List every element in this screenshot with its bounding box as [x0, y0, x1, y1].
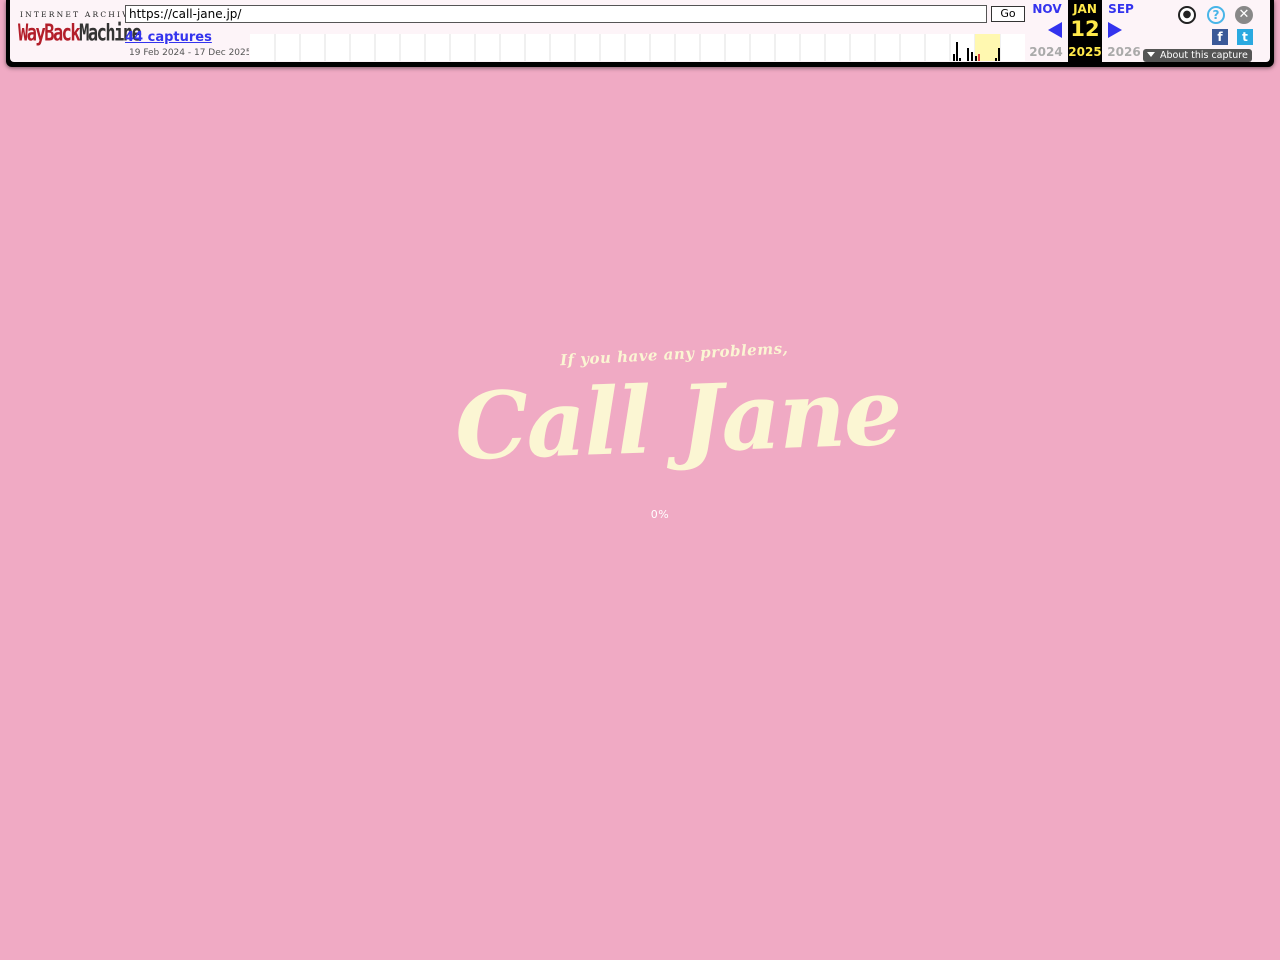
go-button[interactable]: Go	[991, 6, 1025, 22]
facebook-icon[interactable]: f	[1212, 29, 1228, 45]
url-input[interactable]	[125, 5, 987, 23]
current-day-label: 12	[1070, 17, 1100, 41]
about-capture-button[interactable]: About this capture	[1143, 49, 1252, 62]
next-year-label[interactable]: 2026	[1104, 45, 1144, 59]
prev-year-label[interactable]: 2024	[1026, 45, 1066, 59]
capture-sparkline[interactable]	[250, 34, 1025, 61]
loading-progress: 0%	[650, 508, 670, 521]
logo-internet-archive-text: INTERNET ARCHIVE	[20, 10, 138, 19]
next-month-link[interactable]: SEP	[1104, 2, 1138, 16]
about-capture-label: About this capture	[1160, 50, 1248, 61]
capture-date-range: 19 Feb 2024 - 17 Dec 2025	[129, 48, 249, 58]
next-capture-arrow-icon[interactable]	[1108, 22, 1122, 38]
help-icon[interactable]: ?	[1207, 6, 1225, 24]
dropdown-arrow-icon	[1147, 52, 1155, 57]
captures-link[interactable]: 44 captures	[125, 30, 212, 45]
logo-wayback-text: WayBackMachine	[18, 20, 142, 47]
wayback-logo[interactable]: INTERNET ARCHIVE WayBackMachine	[18, 10, 142, 50]
sparkline-grid	[250, 34, 1025, 61]
sparkline-current-capture	[978, 54, 980, 61]
twitter-icon[interactable]: t	[1237, 29, 1253, 45]
site-logo: Call Jane	[453, 357, 903, 482]
current-year-label: 2025	[1068, 45, 1102, 59]
current-month-label: JAN	[1073, 2, 1097, 16]
prev-capture-arrow-icon[interactable]	[1048, 22, 1062, 38]
logo-word-wayback: WayBack	[18, 20, 81, 47]
user-icon[interactable]: ●	[1178, 6, 1196, 24]
close-icon[interactable]: ✕	[1235, 6, 1253, 24]
prev-month-link[interactable]: NOV	[1030, 2, 1064, 16]
